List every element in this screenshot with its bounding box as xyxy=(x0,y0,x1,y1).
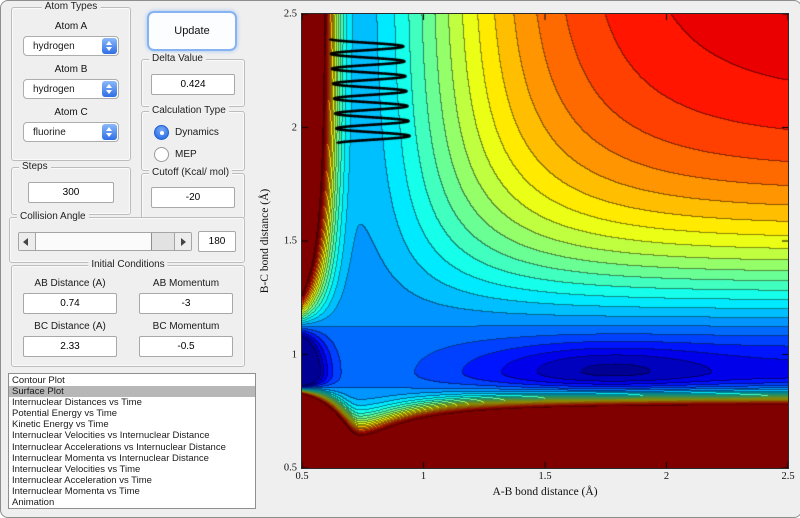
matlab-figure-window: Atom Types Atom A hydrogen Atom B hydrog… xyxy=(0,0,800,518)
steps-title: Steps xyxy=(19,161,51,172)
x-tick-label: 2 xyxy=(663,471,670,482)
atom-c-label: Atom C xyxy=(54,107,88,118)
atom-types-title: Atom Types xyxy=(41,1,101,12)
cutoff-field[interactable] xyxy=(151,187,235,208)
delta-value-panel: Delta Value xyxy=(141,53,245,107)
slider-right-arrow-icon[interactable] xyxy=(174,233,191,250)
collision-angle-panel: Collision Angle xyxy=(9,211,245,263)
x-axis-label: A-B bond distance (Å) xyxy=(492,486,598,498)
atom-types-panel: Atom Types Atom A hydrogen Atom B hydrog… xyxy=(11,1,131,161)
y-tick-label: 1 xyxy=(291,349,297,360)
x-tick-label: 2.5 xyxy=(781,471,795,482)
x-tick-label: 1.5 xyxy=(538,471,552,482)
y-tick-label: 2.5 xyxy=(283,8,297,20)
list-item[interactable]: Internuclear Momenta vs Internuclear Dis… xyxy=(9,453,255,464)
ab-distance-label: AB Distance (A) xyxy=(34,278,106,289)
radio-mep[interactable]: MEP xyxy=(154,147,244,162)
pes-contour-canvas xyxy=(302,14,788,468)
ab-momentum-label: AB Momentum xyxy=(152,278,220,289)
initial-conditions-title: Initial Conditions xyxy=(88,259,168,270)
atom-a-label: Atom A xyxy=(54,21,88,32)
atom-a-value: hydrogen xyxy=(33,40,75,52)
slider-left-arrow-icon[interactable] xyxy=(19,233,36,250)
cutoff-title: Cutoff (Kcal/ mol) xyxy=(149,167,233,178)
collision-angle-field[interactable] xyxy=(198,231,236,252)
list-item[interactable]: Potential Energy vs Time xyxy=(9,408,255,419)
bc-distance-field[interactable] xyxy=(23,336,117,357)
dropdown-arrows-icon xyxy=(102,38,117,54)
atom-b-dropdown[interactable]: hydrogen xyxy=(23,79,119,99)
radio-mep-icon[interactable] xyxy=(154,147,169,162)
calculation-type-panel: Calculation Type Dynamics MEP xyxy=(141,105,245,171)
delta-value-title: Delta Value xyxy=(149,53,206,64)
initial-conditions-panel: Initial Conditions AB Distance (A) AB Mo… xyxy=(11,259,245,367)
atom-a-dropdown[interactable]: hydrogen xyxy=(23,36,119,56)
y-tick-label: 1.5 xyxy=(283,235,297,247)
list-item[interactable]: Kinetic Energy vs Time xyxy=(9,419,255,430)
radio-mep-label: MEP xyxy=(175,149,197,160)
list-item[interactable]: Internuclear Velocities vs Internuclear … xyxy=(9,430,255,441)
y-tick-label: 0.5 xyxy=(283,462,297,474)
collision-angle-slider[interactable] xyxy=(18,232,192,251)
list-item[interactable]: Surface Plot xyxy=(9,386,255,398)
list-item[interactable]: Contour Plot xyxy=(9,375,255,386)
dropdown-arrows-icon xyxy=(102,81,117,97)
dropdown-arrows-icon xyxy=(102,124,117,140)
radio-dynamics-label: Dynamics xyxy=(175,127,219,138)
ab-momentum-field[interactable] xyxy=(139,293,233,314)
cutoff-panel: Cutoff (Kcal/ mol) xyxy=(141,167,245,219)
steps-field[interactable] xyxy=(28,182,114,203)
list-item[interactable]: Internuclear Velocities vs Time xyxy=(9,464,255,475)
x-tick-label: 1 xyxy=(420,471,427,482)
collision-angle-title: Collision Angle xyxy=(17,211,89,222)
list-item[interactable]: Internuclear Acceleration vs Time xyxy=(9,475,255,486)
radio-dynamics-icon[interactable] xyxy=(154,125,169,140)
y-axis-label: B-C bond distance (Å) xyxy=(259,188,271,294)
y-tick-label: 2 xyxy=(291,122,297,133)
steps-panel: Steps xyxy=(11,161,131,215)
radio-dynamics[interactable]: Dynamics xyxy=(154,125,244,140)
list-item[interactable]: Internuclear Accelerations vs Internucle… xyxy=(9,442,255,453)
bc-distance-label: BC Distance (A) xyxy=(34,321,106,332)
atom-c-dropdown[interactable]: fluorine xyxy=(23,122,119,142)
list-item[interactable]: Internuclear Distances vs Time xyxy=(9,397,255,408)
ab-distance-field[interactable] xyxy=(23,293,117,314)
calculation-type-title: Calculation Type xyxy=(149,105,229,116)
atom-c-value: fluorine xyxy=(33,126,66,138)
list-item[interactable]: Internuclear Momenta vs Time xyxy=(9,486,255,497)
x-tick-label: 0.5 xyxy=(295,471,309,482)
delta-value-field[interactable] xyxy=(151,74,235,95)
bc-momentum-label: BC Momentum xyxy=(152,321,220,332)
plot-axes: A-B bond distance (Å) B-C bond distance … xyxy=(259,9,795,499)
slider-thumb[interactable] xyxy=(151,233,174,250)
update-button[interactable]: Update xyxy=(147,11,237,51)
list-item[interactable]: Animation xyxy=(9,497,255,508)
plot-type-list: Contour Plot Surface Plot Internuclear Dis… xyxy=(8,373,256,509)
atom-b-value: hydrogen xyxy=(33,83,75,95)
bc-momentum-field[interactable] xyxy=(139,336,233,357)
atom-b-label: Atom B xyxy=(54,64,88,75)
